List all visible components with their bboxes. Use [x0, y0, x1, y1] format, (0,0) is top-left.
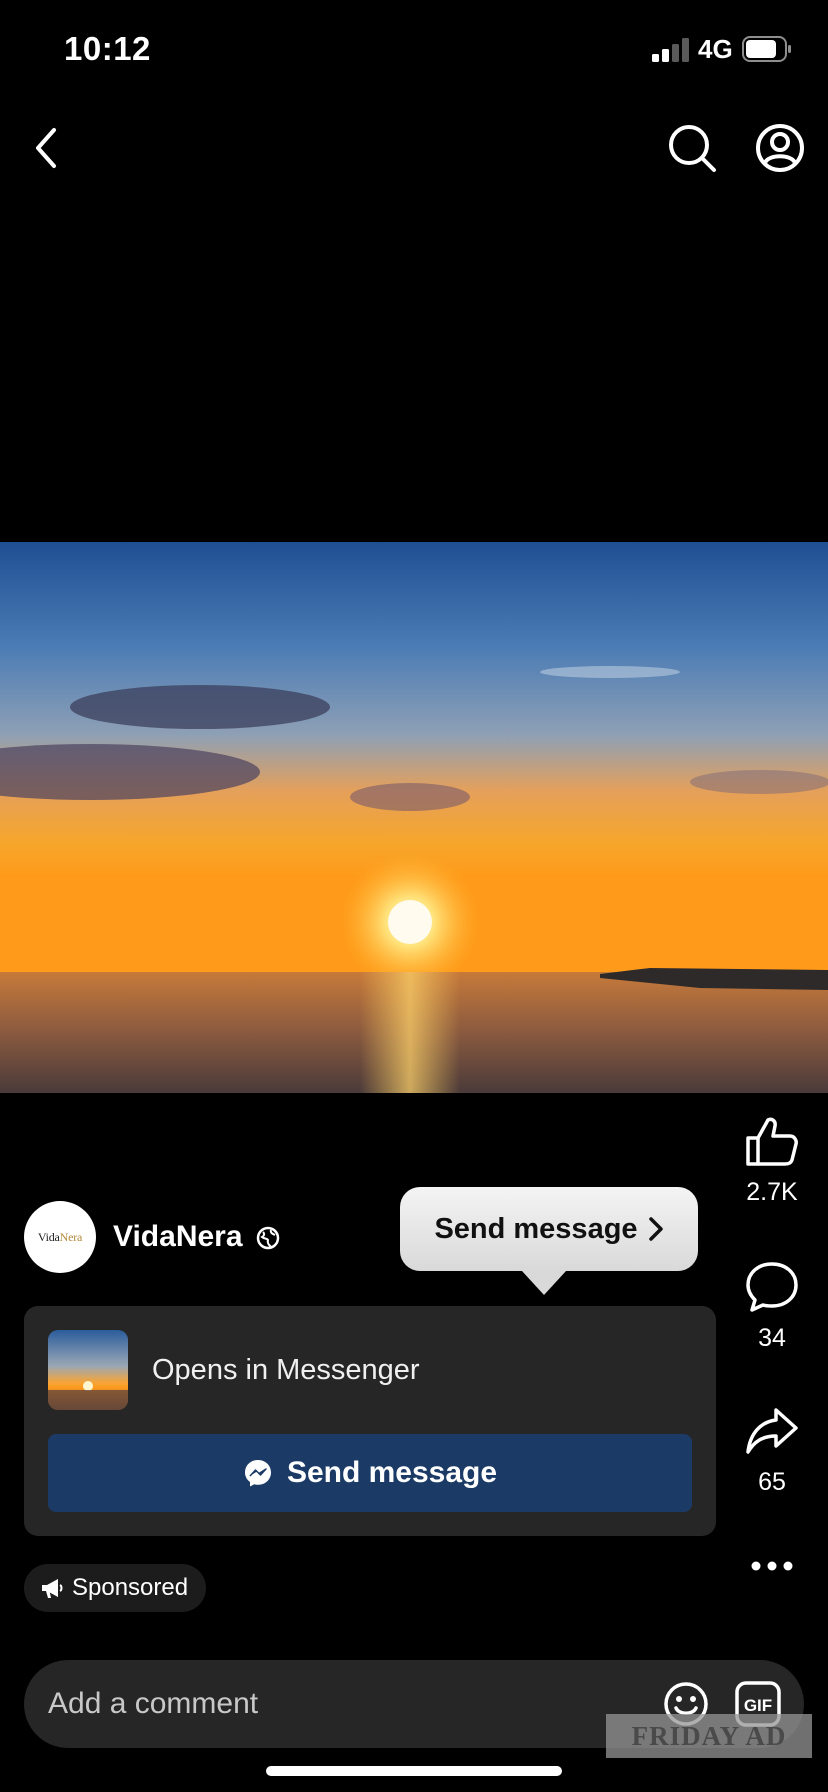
network-type: 4G — [698, 34, 733, 64]
more-options-icon[interactable] — [748, 1556, 796, 1576]
advertiser-avatar[interactable]: VidaNera — [24, 1201, 96, 1273]
search-icon[interactable] — [666, 122, 718, 174]
profile-icon[interactable] — [754, 122, 806, 174]
comment-bubble-icon[interactable] — [744, 1260, 800, 1314]
status-bar: 10:12 4G — [0, 0, 828, 100]
globe-icon — [256, 1226, 280, 1250]
avatar-logo-part-a: Vida — [37, 1229, 60, 1244]
battery-icon — [742, 36, 791, 62]
sponsored-label: Sponsored — [72, 1574, 189, 1601]
chevron-left-icon[interactable] — [28, 122, 68, 174]
cta-card: Opens in Messenger Send message — [24, 1306, 716, 1536]
avatar-logo: VidaNera — [37, 1229, 83, 1245]
signal-icon — [652, 38, 689, 62]
watermark-text: FRIDAY AD — [631, 1720, 787, 1751]
cta-thumbnail — [48, 1330, 128, 1410]
home-indicator — [266, 1766, 562, 1776]
send-message-button[interactable]: Send message — [48, 1434, 692, 1512]
watermark: FRIDAY AD — [606, 1714, 812, 1758]
send-message-button-label: Send message — [286, 1456, 498, 1489]
sponsored-badge[interactable]: Sponsored — [24, 1564, 207, 1612]
comment-action[interactable]: 34 — [738, 1260, 806, 1353]
megaphone-icon — [42, 1579, 63, 1598]
like-action[interactable]: 2.7K — [738, 1116, 806, 1207]
comment-count: 34 — [758, 1324, 786, 1352]
tooltip-label: Send message — [434, 1212, 638, 1245]
sunset-video[interactable] — [0, 542, 828, 1093]
advertiser-name[interactable]: VidaNera — [113, 1220, 243, 1254]
chevron-right-icon — [648, 1217, 663, 1241]
send-message-tooltip[interactable]: Send message — [400, 1187, 698, 1295]
comment-input[interactable] — [48, 1660, 648, 1748]
share-arrow-icon[interactable] — [744, 1404, 800, 1458]
share-action[interactable]: 65 — [738, 1404, 806, 1497]
status-time: 10:12 — [64, 30, 151, 67]
cta-subtitle: Opens in Messenger — [152, 1354, 420, 1386]
svg-text:GIF: GIF — [744, 1696, 772, 1715]
thumbs-up-icon[interactable] — [744, 1116, 800, 1168]
share-count: 65 — [758, 1468, 786, 1496]
avatar-logo-part-b: Nera — [59, 1229, 83, 1244]
like-count: 2.7K — [746, 1178, 798, 1206]
tooltip-tail — [522, 1271, 566, 1295]
messenger-icon — [244, 1460, 271, 1487]
